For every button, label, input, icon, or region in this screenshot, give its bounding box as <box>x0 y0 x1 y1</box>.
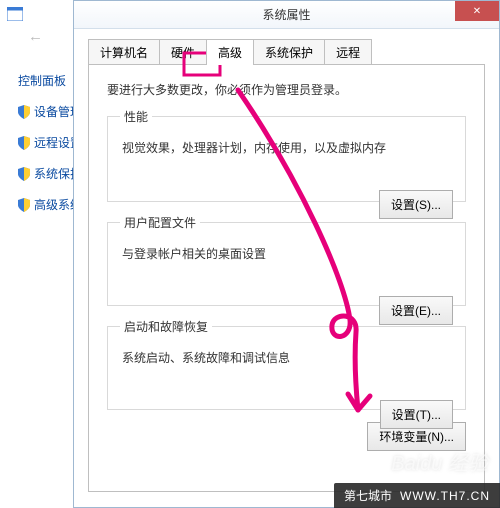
tab-advanced[interactable]: 高级 <box>206 39 254 65</box>
dialog-title: 系统属性 <box>262 6 310 23</box>
startup-recovery-settings-button[interactable]: 设置(T)... <box>380 400 453 429</box>
user-profile-legend: 用户配置文件 <box>120 214 200 231</box>
tab-hardware[interactable]: 硬件 <box>159 39 207 65</box>
tabs-row: 计算机名 硬件 高级 系统保护 远程 <box>88 39 485 65</box>
tab-protection[interactable]: 系统保护 <box>253 39 325 65</box>
startup-recovery-legend: 启动和故障恢复 <box>120 318 212 335</box>
tab-computer-name[interactable]: 计算机名 <box>88 39 160 65</box>
back-arrow-icon: ← <box>28 28 43 45</box>
startup-recovery-desc: 系统启动、系统故障和调试信息 <box>122 349 453 366</box>
performance-legend: 性能 <box>120 108 152 125</box>
tab-remote[interactable]: 远程 <box>324 39 372 65</box>
close-icon[interactable] <box>455 1 499 21</box>
admin-intro-text: 要进行大多数更改，你必须作为管理员登录。 <box>107 81 466 98</box>
performance-desc: 视觉效果，处理器计划，内存使用，以及虚拟内存 <box>122 139 453 156</box>
startup-recovery-group: 启动和故障恢复 系统启动、系统故障和调试信息 设置(T)... <box>107 318 466 410</box>
performance-group: 性能 视觉效果，处理器计划，内存使用，以及虚拟内存 设置(S)... <box>107 108 466 202</box>
system-properties-dialog: 系统属性 计算机名 硬件 高级 系统保护 远程 要进行大多数更改，你必须作为管理… <box>73 0 500 508</box>
user-profile-group: 用户配置文件 与登录帐户相关的桌面设置 设置(E)... <box>107 214 466 306</box>
user-profile-desc: 与登录帐户相关的桌面设置 <box>122 245 453 262</box>
